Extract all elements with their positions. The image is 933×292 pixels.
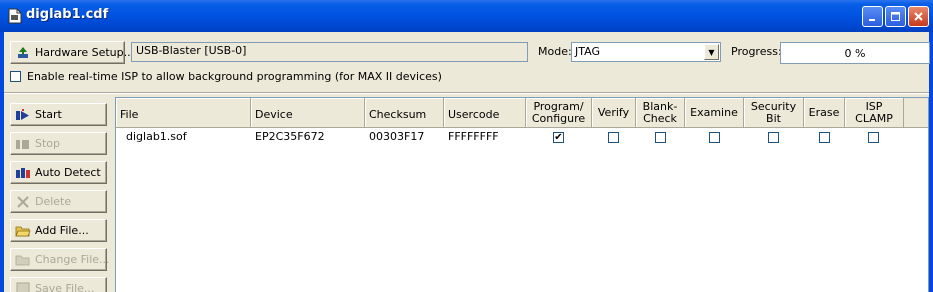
- mode-label: Mode:: [538, 45, 572, 58]
- column-header-blank-check[interactable]: Blank- Check: [636, 98, 685, 128]
- column-header-examine[interactable]: Examine: [685, 98, 744, 128]
- divider: [4, 92, 929, 94]
- verify-checkbox[interactable]: [608, 132, 619, 143]
- save-file-label: Save File...: [35, 282, 95, 292]
- start-button[interactable]: Start: [10, 103, 107, 126]
- change-file-button[interactable]: Change File...: [10, 248, 110, 271]
- security-bit-checkbox[interactable]: [768, 132, 779, 143]
- save-file-button[interactable]: Save File...: [10, 277, 107, 292]
- delete-label: Delete: [35, 195, 72, 208]
- column-header-program-configure[interactable]: Program/ Configure: [526, 98, 592, 128]
- column-header-verify[interactable]: Verify: [592, 98, 636, 128]
- auto-detect-icon: [16, 167, 30, 178]
- change-file-label: Change File...: [35, 253, 110, 266]
- progress-label: Progress:: [731, 45, 782, 58]
- column-header-file[interactable]: File: [116, 98, 251, 128]
- stop-label: Stop: [35, 137, 61, 150]
- maximize-icon: [891, 12, 900, 21]
- isp-checkbox[interactable]: [10, 71, 21, 82]
- column-header-usercode[interactable]: Usercode: [444, 98, 526, 128]
- folder-open-icon: [15, 226, 31, 236]
- hardware-field: USB-Blaster [USB-0]: [131, 42, 528, 62]
- isp-option[interactable]: Enable real-time ISP to allow background…: [10, 70, 442, 83]
- cell-file[interactable]: diglab1.sof: [126, 130, 187, 143]
- add-file-button[interactable]: Add File...: [10, 219, 107, 242]
- document-icon: [8, 8, 22, 24]
- start-program-icon: [16, 108, 29, 120]
- stop-button[interactable]: Stop: [10, 132, 107, 155]
- hardware-setup-button[interactable]: Hardware Setup...: [10, 41, 134, 64]
- erase-checkbox[interactable]: [819, 132, 830, 143]
- save-file-icon: [16, 282, 30, 292]
- stop-program-icon: [16, 139, 29, 149]
- column-header-checksum[interactable]: Checksum: [365, 98, 444, 128]
- auto-detect-button[interactable]: Auto Detect: [10, 161, 107, 184]
- hardware-setup-label: Hardware Setup...: [35, 46, 135, 59]
- auto-detect-label: Auto Detect: [35, 166, 101, 179]
- hardware-setup-icon: [18, 46, 28, 58]
- minimize-button[interactable]: [862, 6, 883, 27]
- close-button[interactable]: [908, 6, 929, 27]
- progress-bar: 0 %: [780, 42, 930, 64]
- column-header-filler: [904, 98, 928, 128]
- maximize-button[interactable]: [885, 6, 906, 27]
- title-bar[interactable]: diglab1.cdf: [0, 0, 933, 32]
- window-title: diglab1.cdf: [26, 7, 109, 22]
- column-header-isp-clamp[interactable]: ISP CLAMP: [845, 98, 904, 128]
- window-frame-left: [0, 32, 4, 292]
- start-label: Start: [35, 108, 62, 121]
- cell-usercode: FFFFFFFF: [448, 130, 499, 143]
- isp-clamp-checkbox[interactable]: [868, 132, 879, 143]
- blank-check-checkbox[interactable]: [655, 132, 666, 143]
- add-file-label: Add File...: [35, 224, 89, 237]
- isp-label: Enable real-time ISP to allow background…: [27, 70, 442, 83]
- column-header-erase[interactable]: Erase: [804, 98, 845, 128]
- programmer-window: diglab1.cdf Hardware Setup... USB-Blaste…: [0, 0, 933, 292]
- column-header-security-bit[interactable]: Security Bit: [744, 98, 804, 128]
- mode-value: JTAG: [575, 45, 600, 58]
- close-icon: [914, 12, 923, 21]
- mode-select[interactable]: JTAG ▼: [571, 42, 721, 62]
- delete-button[interactable]: Delete: [10, 190, 107, 213]
- change-file-icon: [15, 255, 30, 265]
- delete-x-icon: [17, 195, 29, 208]
- program-configure-checkbox[interactable]: ✔: [553, 132, 564, 143]
- column-header-device[interactable]: Device: [251, 98, 365, 128]
- cell-checksum: 00303F17: [369, 130, 425, 143]
- minimize-icon: [869, 19, 875, 21]
- chevron-down-icon[interactable]: ▼: [704, 44, 719, 60]
- window-frame-right: [929, 32, 933, 292]
- examine-checkbox[interactable]: [709, 132, 720, 143]
- cell-device[interactable]: EP2C35F672: [255, 130, 325, 143]
- progress-value: 0 %: [844, 47, 866, 60]
- device-table: File Device Checksum Usercode Program/ C…: [115, 97, 929, 292]
